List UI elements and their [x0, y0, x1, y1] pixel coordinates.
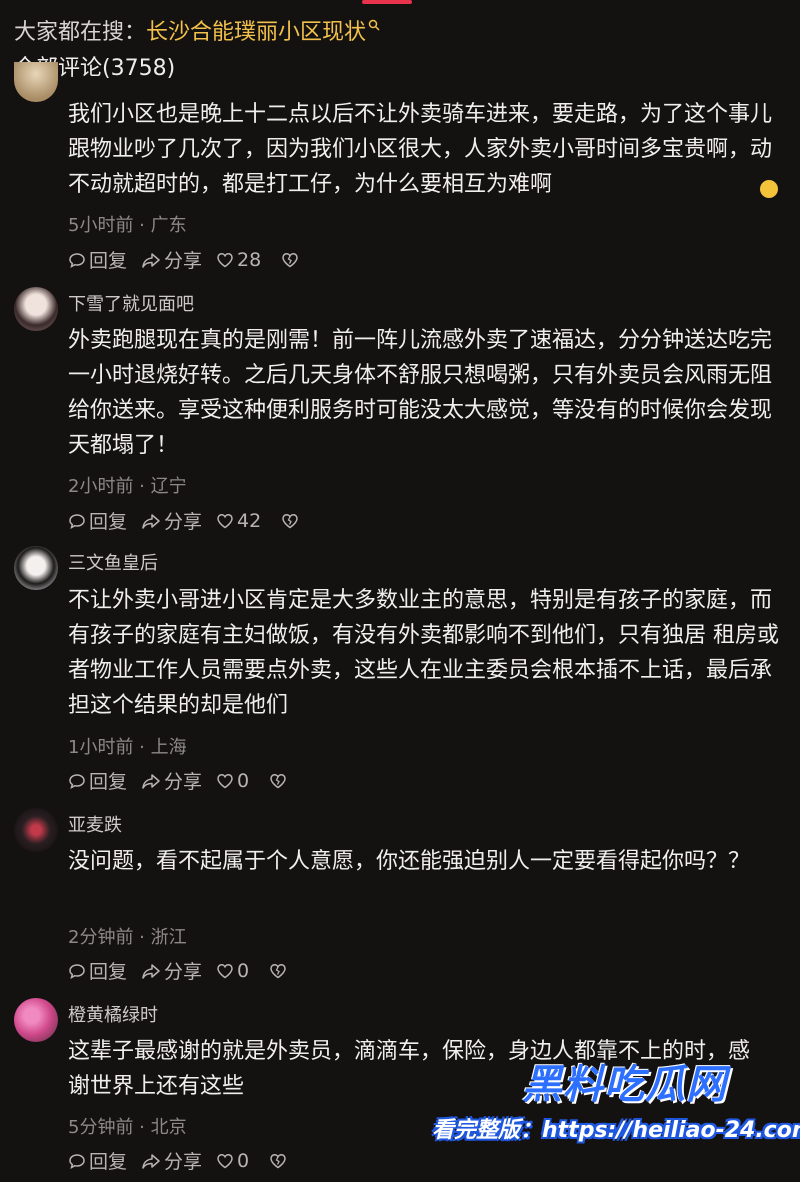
watermark-brand: 黑料吃瓜网 — [522, 1062, 727, 1108]
comment-actions: 回复 分享 28 — [68, 246, 299, 273]
like-count: 0 — [237, 959, 250, 982]
reply-button[interactable]: 回复 — [68, 957, 127, 984]
like-button[interactable]: 0 — [216, 960, 249, 982]
share-icon — [142, 773, 160, 789]
comment-meta: 5分钟前 · 北京 — [68, 1117, 187, 1138]
like-button[interactable]: 0 — [216, 770, 249, 792]
dislike-icon[interactable] — [281, 251, 299, 269]
heart-icon — [217, 963, 233, 978]
dislike-icon[interactable] — [269, 1152, 287, 1170]
reply-label: 回复 — [89, 961, 128, 983]
dislike-icon[interactable] — [269, 772, 287, 790]
share-icon — [142, 513, 160, 529]
comment-actions: 回复 分享 0 — [68, 957, 287, 984]
share-icon — [142, 963, 160, 979]
dislike-icon[interactable] — [269, 962, 287, 980]
share-label: 分享 — [164, 961, 203, 983]
reply-button[interactable]: 回复 — [68, 767, 127, 794]
comment-meta: 2小时前 · 辽宁 — [68, 476, 187, 497]
like-count: 28 — [237, 248, 262, 271]
share-button[interactable]: 分享 — [141, 767, 202, 794]
avatar[interactable] — [14, 808, 58, 852]
heart-icon — [217, 1153, 233, 1168]
comment-text: 没问题，看不起属于个人意愿，你还能强迫别人一定要看得起你吗？？ — [68, 849, 751, 874]
heart-icon — [217, 513, 233, 528]
username[interactable]: 亚麦跌 — [68, 811, 122, 837]
like-count: 0 — [237, 769, 250, 792]
share-label: 分享 — [164, 771, 203, 793]
avatar[interactable] — [14, 998, 58, 1042]
comment-meta: 1小时前 · 上海 — [68, 737, 187, 758]
share-icon — [142, 1153, 160, 1169]
like-count: 42 — [237, 509, 262, 532]
comment-actions: 回复 分享 0 — [68, 1147, 287, 1174]
username[interactable]: 下雪了就见面吧 — [68, 290, 194, 316]
avatar[interactable] — [14, 62, 58, 102]
share-label: 分享 — [164, 1151, 203, 1173]
smile-emoji-icon — [760, 180, 778, 198]
search-icon — [368, 19, 380, 31]
comment-meta: 5小时前 · 广东 — [68, 215, 187, 236]
search-suggestion[interactable]: 大家都在搜：长沙合能璞丽小区现状 — [14, 14, 380, 46]
reply-icon — [69, 1153, 85, 1169]
comment-actions: 回复 分享 42 — [68, 507, 299, 534]
comment-meta: 2分钟前 · 浙江 — [68, 927, 187, 948]
like-button[interactable]: 28 — [216, 249, 261, 271]
comment-text: 我们小区也是晚上十二点以后不让外卖骑车进来，要走路，为了这个事儿跟物业吵了几次了… — [68, 102, 773, 197]
share-label: 分享 — [164, 511, 203, 533]
like-button[interactable]: 42 — [216, 510, 261, 532]
reply-label: 回复 — [89, 250, 128, 272]
reply-icon — [69, 252, 85, 268]
reply-icon — [69, 513, 85, 529]
search-suggestion-prefix: 大家都在搜： — [14, 20, 147, 45]
reply-label: 回复 — [89, 1151, 128, 1173]
share-icon — [142, 252, 160, 268]
reply-button[interactable]: 回复 — [68, 507, 127, 534]
like-button[interactable]: 0 — [216, 1150, 249, 1172]
reply-label: 回复 — [89, 511, 128, 533]
share-label: 分享 — [164, 250, 203, 272]
reply-label: 回复 — [89, 771, 128, 793]
dislike-icon[interactable] — [281, 512, 299, 530]
comment-actions: 回复 分享 0 — [68, 767, 287, 794]
search-suggestion-keyword[interactable]: 长沙合能璞丽小区现状 — [146, 20, 366, 45]
comment-text: 外卖跑腿现在真的是刚需！前一阵儿流感外卖了速福达，分分钟送达吃完一小时退烧好转。… — [68, 328, 773, 458]
reply-icon — [69, 773, 85, 789]
heart-icon — [217, 773, 233, 788]
share-button[interactable]: 分享 — [141, 957, 202, 984]
watermark-url: 看完整版：https://heiliao-24.com — [432, 1118, 800, 1143]
active-tab-indicator — [362, 0, 412, 4]
share-button[interactable]: 分享 — [141, 246, 202, 273]
share-button[interactable]: 分享 — [141, 1147, 202, 1174]
reply-button[interactable]: 回复 — [68, 1147, 127, 1174]
reply-button[interactable]: 回复 — [68, 246, 127, 273]
like-count: 0 — [237, 1149, 250, 1172]
reply-icon — [69, 963, 85, 979]
avatar[interactable] — [14, 546, 58, 590]
comment-text: 不让外卖小哥进小区肯定是大多数业主的意思，特别是有孩子的家庭，而有孩子的家庭有主… — [68, 588, 779, 718]
username[interactable]: 三文鱼皇后 — [68, 549, 158, 575]
share-button[interactable]: 分享 — [141, 507, 202, 534]
avatar[interactable] — [14, 287, 58, 331]
heart-icon — [217, 252, 233, 267]
username[interactable]: 橙黄橘绿时 — [68, 1001, 158, 1027]
